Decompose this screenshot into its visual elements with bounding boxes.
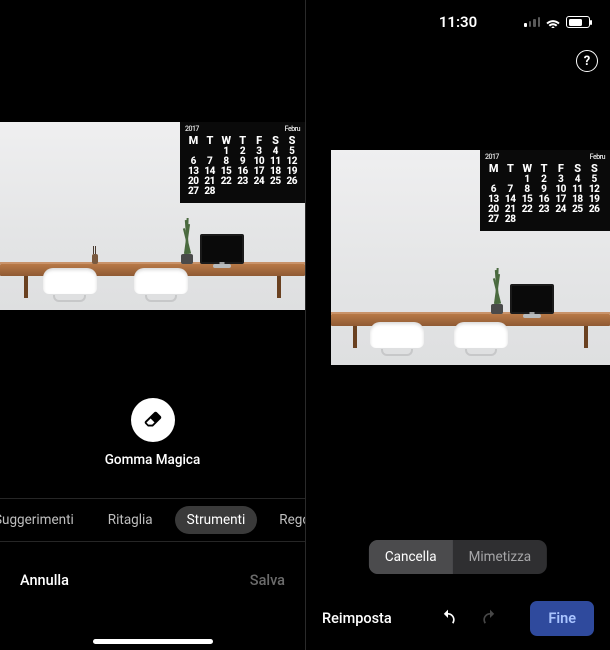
tab-crop[interactable]: Ritaglia — [96, 506, 165, 534]
reset-button[interactable]: Reimposta — [322, 610, 392, 627]
home-indicator[interactable] — [93, 639, 213, 644]
signal-icon — [524, 17, 540, 27]
help-button[interactable]: ? — [576, 50, 598, 72]
tab-suggestions[interactable]: Suggerimenti — [0, 506, 86, 534]
photo-monitor — [200, 234, 244, 264]
screen-eraser: 11:30 ? 2017Febru MTWTFSS 12345 67891011… — [305, 0, 610, 650]
photo-plant — [490, 268, 504, 314]
tool-tile-magic-eraser[interactable]: Gomma Magica — [0, 398, 305, 468]
save-button: Salva — [250, 572, 285, 589]
mode-camouflage[interactable]: Mimetizza — [453, 540, 548, 574]
photo-preview[interactable]: 2017Febru MTWTFSS 12345 6789101112 13141… — [0, 122, 305, 310]
status-bar: 11:30 — [306, 0, 610, 44]
mode-segmented: Cancella Mimetizza — [369, 540, 547, 574]
redo-button — [473, 608, 507, 628]
bottom-bar: Annulla Salva — [0, 550, 305, 650]
photo-plant — [180, 218, 194, 264]
photo-preview[interactable]: 2017Febru MTWTFSS 12345 6789101112 13141… — [331, 150, 610, 365]
photo-chair — [370, 314, 424, 356]
eraser-icon — [131, 398, 175, 442]
tab-tools[interactable]: Strumenti — [175, 506, 258, 534]
tool-label: Gomma Magica — [105, 452, 201, 468]
bottom-bar: Reimposta Fine — [306, 586, 610, 650]
done-button[interactable]: Fine — [530, 601, 594, 636]
calendar-poster: 2017Febru MTWTFSS 12345 6789101112 13141… — [480, 150, 610, 231]
photo-monitor — [510, 284, 554, 314]
cancel-button[interactable]: Annulla — [20, 572, 69, 589]
photo-chair — [43, 260, 97, 302]
calendar-poster: 2017Febru MTWTFSS 12345 6789101112 13141… — [180, 122, 305, 203]
photo-chair — [134, 260, 188, 302]
tab-adjust[interactable]: Regola — [267, 506, 305, 534]
battery-icon — [566, 16, 590, 28]
screen-tools: 2017Febru MTWTFSS 12345 6789101112 13141… — [0, 0, 305, 650]
mode-erase[interactable]: Cancella — [369, 540, 453, 574]
photo-chair — [454, 314, 508, 356]
edit-tabs: Suggerimenti Ritaglia Strumenti Regola F… — [0, 498, 305, 542]
undo-button[interactable] — [431, 608, 465, 628]
wifi-icon — [545, 16, 561, 28]
